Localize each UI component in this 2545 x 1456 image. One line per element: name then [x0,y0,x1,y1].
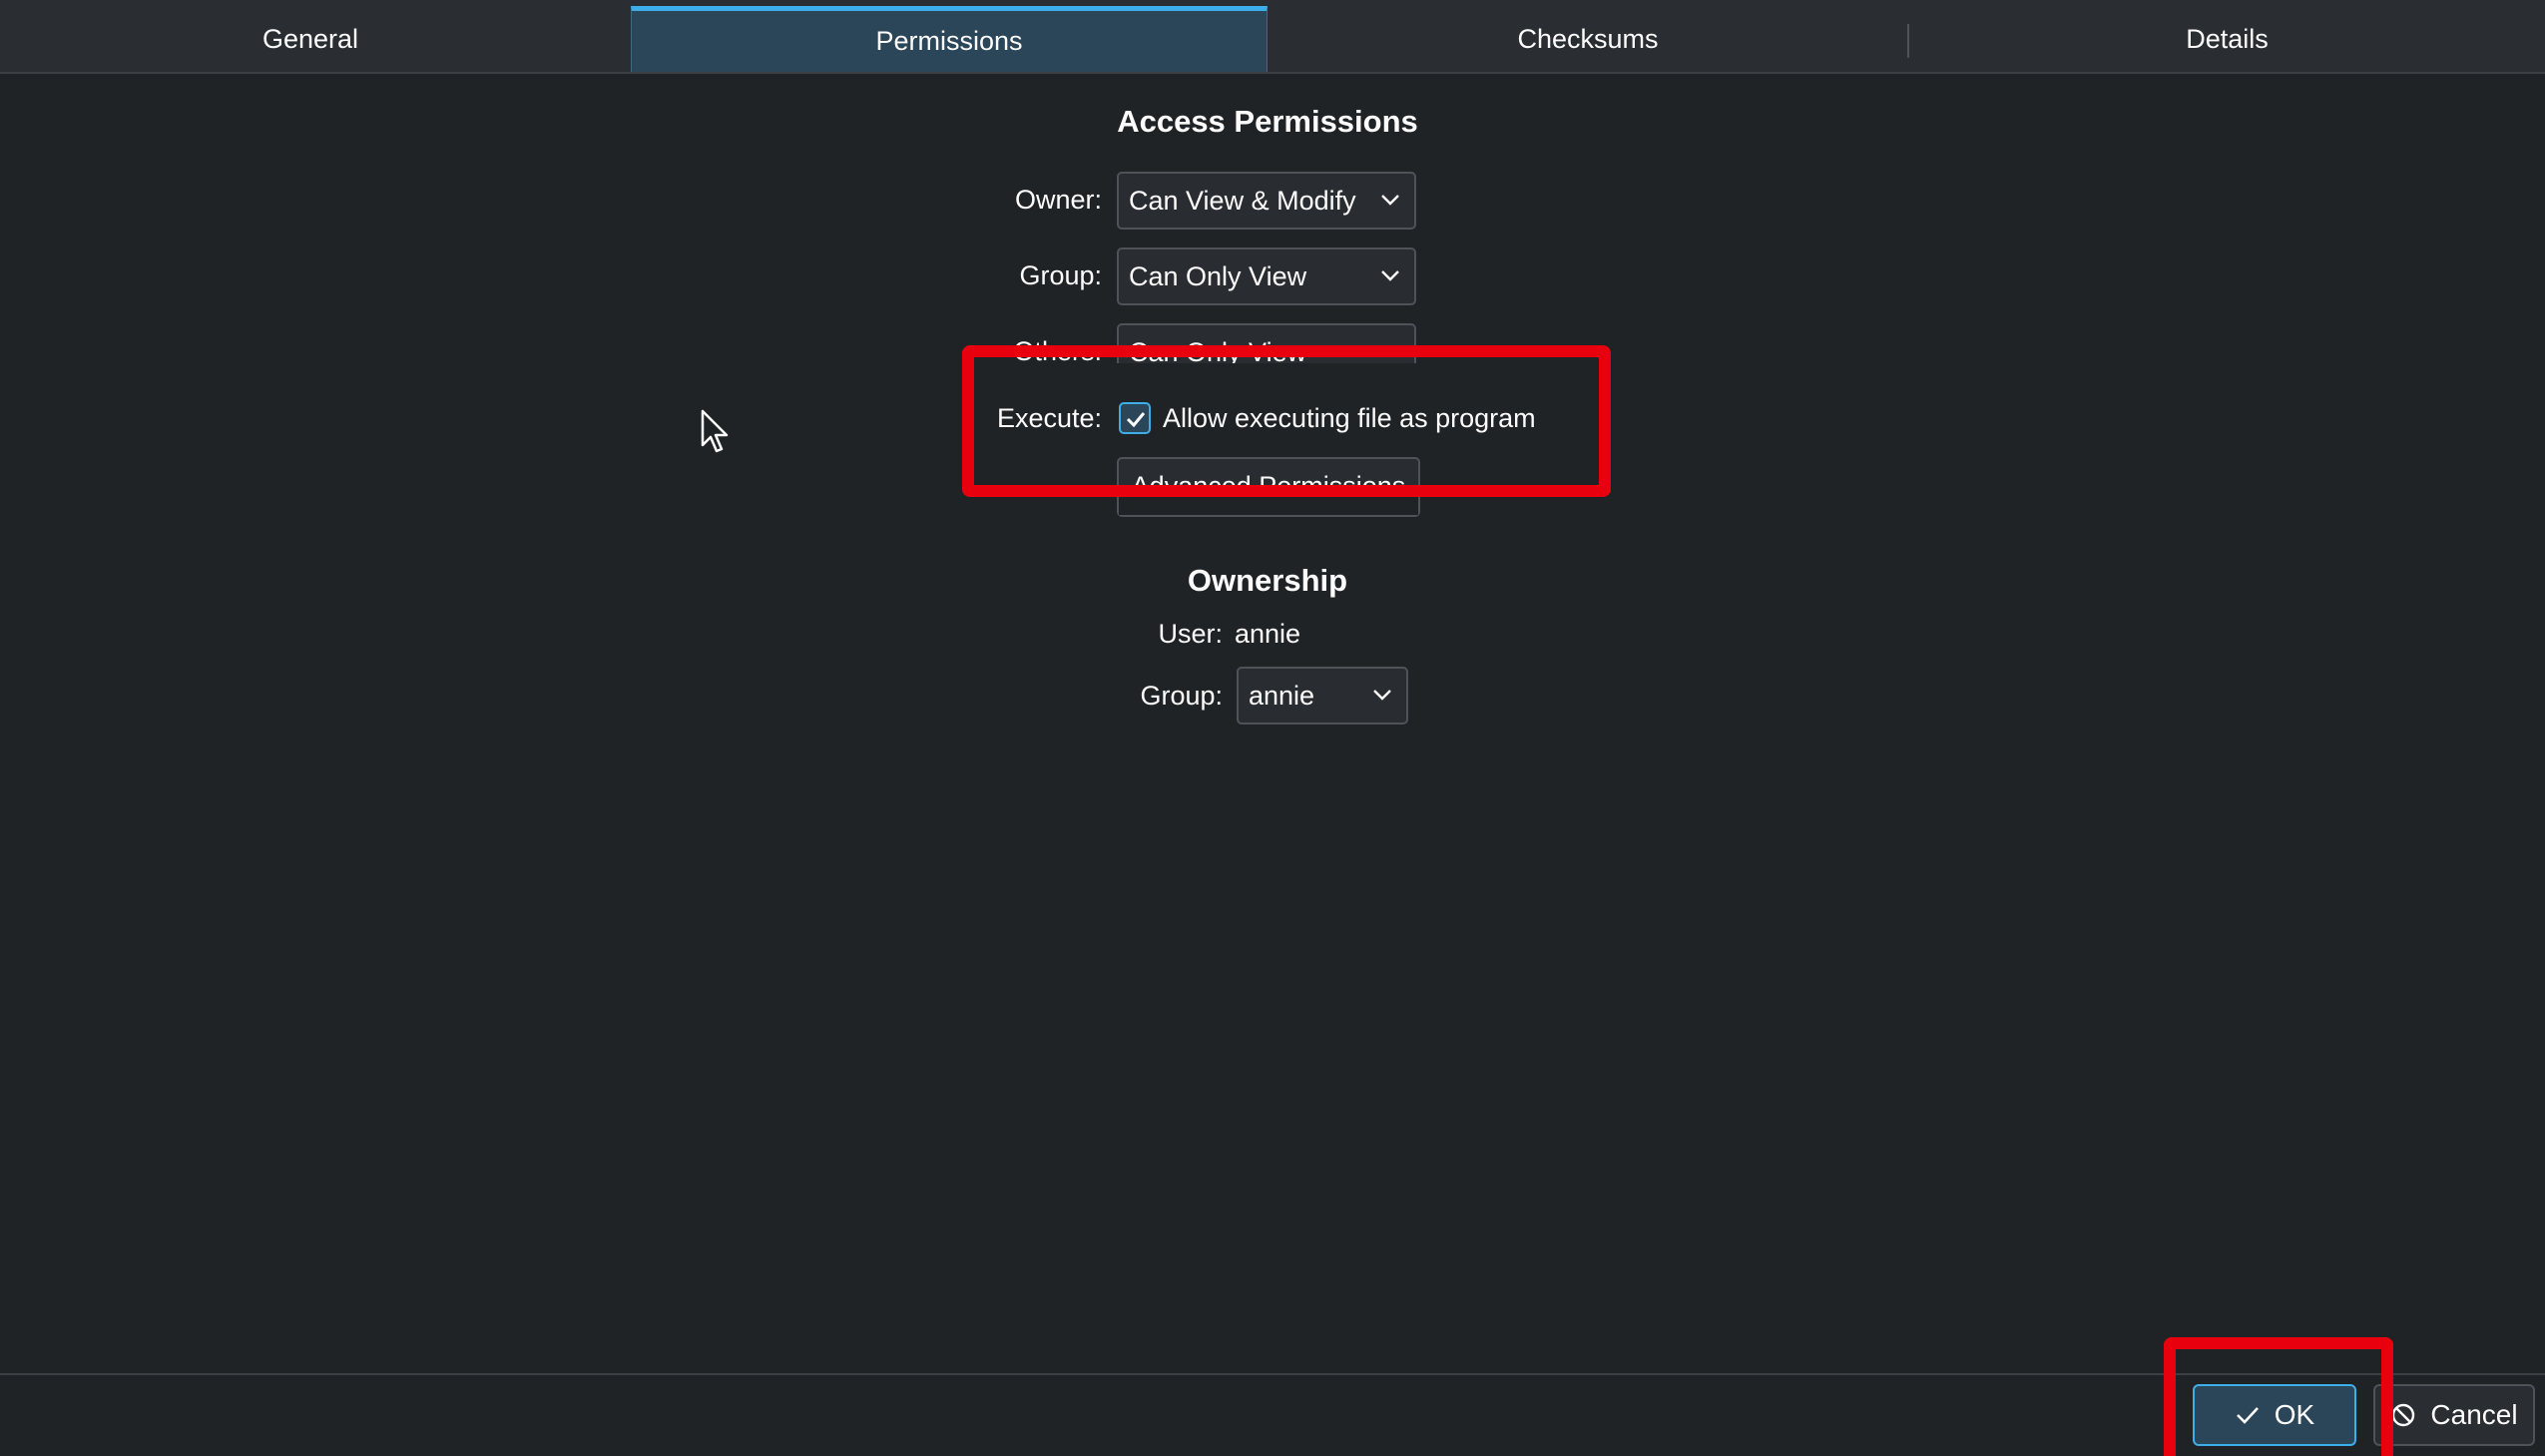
user-value: annie [1235,619,1301,649]
group-permission-value: Can Only View [1129,260,1307,291]
chevron-down-icon [1381,195,1399,206]
access-permissions-heading: Access Permissions [1117,104,1418,139]
execute-highlight-box [962,345,1611,497]
chevron-down-icon [1381,270,1399,281]
tab-general[interactable]: General [0,6,621,72]
owner-permission-select[interactable]: Can View & Modify [1117,172,1416,230]
ok-highlight-box [2164,1337,2393,1456]
cancel-icon [2392,1403,2415,1427]
ownership-group-label: Group: [1140,681,1223,711]
tab-permissions[interactable]: Permissions [631,6,1268,72]
cancel-button-label: Cancel [2430,1399,2518,1430]
ownership-group-value: annie [1249,680,1315,711]
user-label: User: [1158,619,1223,649]
owner-label: Owner: [1014,185,1102,215]
cancel-button[interactable]: Cancel [2373,1384,2535,1446]
ownership-heading: Ownership [1187,563,1348,598]
ownership-group-select[interactable]: annie [1237,667,1408,725]
owner-permission-value: Can View & Modify [1129,185,1356,216]
group-permission-label: Group: [1019,260,1102,290]
mouse-pointer-icon [701,409,729,453]
tab-checksums[interactable]: Checksums [1270,6,1906,72]
chevron-down-icon [1373,690,1391,701]
group-permission-select[interactable]: Can Only View [1117,247,1416,305]
tab-bar: General Permissions Checksums Details [0,6,2545,74]
tab-details[interactable]: Details [1909,6,2545,72]
